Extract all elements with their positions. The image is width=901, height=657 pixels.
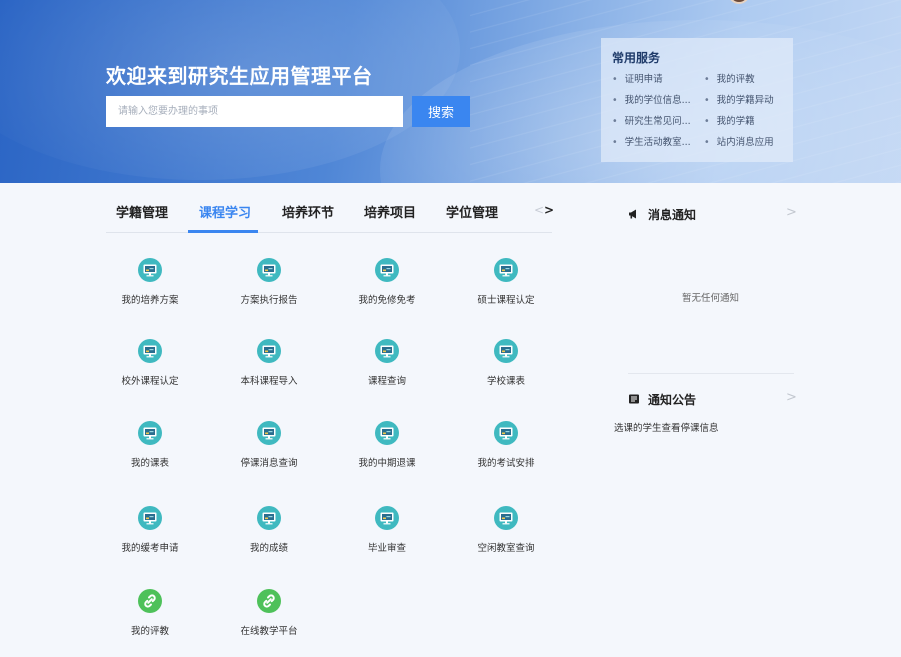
link-icon xyxy=(257,589,281,613)
tab-student-status[interactable]: 学籍管理 xyxy=(116,202,168,221)
app-label: 我的课表 xyxy=(130,458,169,469)
app-label: 学校课表 xyxy=(486,376,525,387)
monitor-icon xyxy=(257,506,281,530)
monitor-icon xyxy=(494,339,518,363)
page-title: 欢迎来到研究生应用管理平台 xyxy=(106,64,373,88)
service-link[interactable]: 证明申请 xyxy=(612,72,704,88)
tab-degree-management[interactable]: 学位管理 xyxy=(446,202,498,221)
chevron-left-icon[interactable]: < xyxy=(534,203,544,217)
app-label: 毕业审查 xyxy=(367,543,406,554)
monitor-icon xyxy=(494,258,518,282)
service-link[interactable]: 研究生常见问... xyxy=(612,114,704,130)
monitor-icon xyxy=(138,506,162,530)
app-label: 校外课程认定 xyxy=(121,376,179,387)
app-label: 我的培养方案 xyxy=(121,295,179,306)
common-services-list: 证明申请 我的评教 我的学位信息... 我的学籍异动 研究生常见问... 我的学… xyxy=(612,72,783,151)
app-label: 我的考试安排 xyxy=(477,458,535,469)
service-link[interactable]: 站内消息应用 xyxy=(704,135,790,151)
hero-banner: 欢迎来到研究生应用管理平台 搜索 常用服务 证明申请 我的评教 我的学位信息..… xyxy=(0,0,901,183)
messages-more-chevron-icon[interactable]: > xyxy=(786,205,797,220)
monitor-icon xyxy=(257,339,281,363)
monitor-icon xyxy=(375,506,399,530)
app-label: 我的中期退课 xyxy=(358,458,416,469)
megaphone-icon xyxy=(628,208,640,220)
monitor-icon xyxy=(375,339,399,363)
notices-more-chevron-icon[interactable]: > xyxy=(786,390,797,405)
search-button[interactable]: 搜索 xyxy=(412,96,470,127)
service-link[interactable]: 我的学位信息... xyxy=(612,93,704,109)
app-label: 我的缓考申请 xyxy=(121,543,179,554)
notices-header: 通知公告 xyxy=(628,391,696,408)
app-label: 我的评教 xyxy=(130,626,169,637)
monitor-icon xyxy=(257,421,281,445)
messages-empty-text: 暂无任何通知 xyxy=(681,293,739,304)
app-label: 停课消息查询 xyxy=(240,458,298,469)
service-link[interactable]: 学生活动教室... xyxy=(612,135,704,151)
search-input[interactable] xyxy=(106,96,403,127)
monitor-icon xyxy=(138,258,162,282)
service-link[interactable]: 我的学籍异动 xyxy=(704,93,790,109)
link-icon xyxy=(138,589,162,613)
notice-board-icon xyxy=(628,393,640,405)
tab-course-study[interactable]: 课程学习 xyxy=(199,202,251,221)
app-label: 我的免修免考 xyxy=(358,295,416,306)
service-link[interactable]: 我的学籍 xyxy=(704,114,790,130)
tab-training-stages[interactable]: 培养环节 xyxy=(282,202,334,221)
monitor-icon xyxy=(375,258,399,282)
monitor-icon xyxy=(375,421,399,445)
active-tab-indicator xyxy=(188,230,258,233)
monitor-icon xyxy=(257,258,281,282)
app-label: 我的成绩 xyxy=(249,543,288,554)
app-label: 方案执行报告 xyxy=(240,295,298,306)
messages-header: 消息通知 xyxy=(628,206,696,223)
monitor-icon xyxy=(494,506,518,530)
app-label: 本科课程导入 xyxy=(240,376,298,387)
monitor-icon xyxy=(138,421,162,445)
chevron-right-icon[interactable]: > xyxy=(544,203,554,217)
common-services-panel: 常用服务 证明申请 我的评教 我的学位信息... 我的学籍异动 研究生常见问..… xyxy=(601,38,793,162)
panel-divider xyxy=(628,373,794,374)
messages-title: 消息通知 xyxy=(648,208,697,222)
app-label: 在线教学平台 xyxy=(240,626,298,637)
notice-item[interactable]: 选课的学生查看停课信息 xyxy=(614,420,719,434)
category-tabs: 学籍管理 课程学习 培养环节 培养项目 学位管理 < > xyxy=(106,194,554,233)
app-label: 空闲教室查询 xyxy=(477,543,535,554)
app-label: 课程查询 xyxy=(367,376,406,387)
service-link[interactable]: 我的评教 xyxy=(704,72,790,88)
tab-training-projects[interactable]: 培养项目 xyxy=(364,202,416,221)
app-label: 硕士课程认定 xyxy=(477,295,535,306)
monitor-icon xyxy=(494,421,518,445)
notices-title: 通知公告 xyxy=(648,393,697,407)
common-services-title: 常用服务 xyxy=(612,51,661,65)
monitor-icon xyxy=(138,339,162,363)
